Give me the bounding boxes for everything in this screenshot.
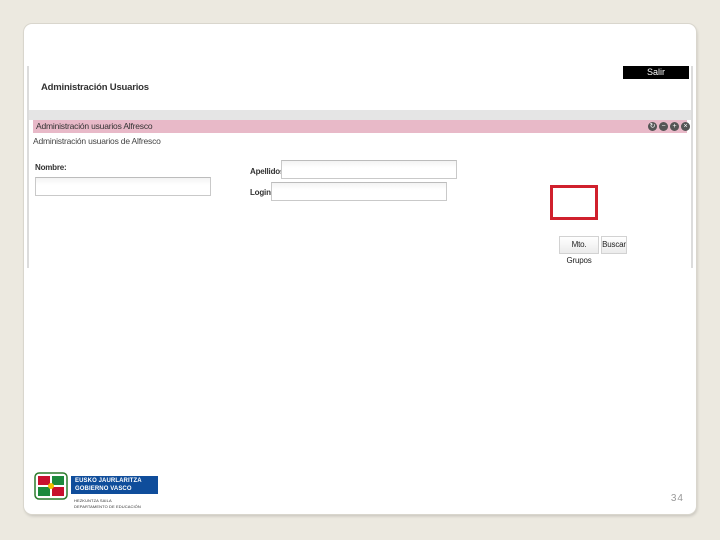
logo-line-1: EUSKO JAURLARITZA	[75, 478, 142, 484]
logo-dept-1: HEZKUNTZA SAILA	[74, 498, 112, 503]
gobierno-vasco-logo: EUSKO JAURLARITZA GOBIERNO VASCO HEZKUNT…	[34, 470, 160, 510]
logo-title: EUSKO JAURLARITZA GOBIERNO VASCO	[71, 476, 158, 494]
exit-button[interactable]: Salir	[623, 66, 689, 79]
panel-header: Administración usuarios Alfresco ↻ − + ×	[33, 120, 690, 133]
nombre-input[interactable]	[35, 177, 211, 196]
nombre-label: Nombre:	[35, 163, 67, 172]
app-screenshot: Administración Usuarios Salir Administra…	[27, 66, 693, 268]
search-button[interactable]: Buscar	[601, 236, 627, 254]
highlight-box	[550, 185, 598, 220]
maximize-icon[interactable]: +	[670, 122, 679, 131]
minimize-icon[interactable]: −	[659, 122, 668, 131]
slide: Administración Usuarios Salir Administra…	[24, 24, 696, 514]
logo-line-2: GOBIERNO VASCO	[75, 486, 132, 492]
toolbar-band	[29, 110, 691, 120]
groups-maintenance-button[interactable]: Mto. Grupos	[559, 236, 599, 265]
login-input[interactable]	[271, 182, 447, 201]
page-title: Administración Usuarios	[41, 82, 149, 93]
coat-of-arms-icon	[34, 472, 68, 500]
page-number: 34	[670, 493, 684, 504]
refresh-icon[interactable]: ↻	[648, 122, 657, 131]
panel-subtitle: Administración usuarios de Alfresco	[33, 136, 161, 146]
login-label: Login:	[250, 188, 274, 197]
panel-header-title: Administración usuarios Alfresco	[36, 121, 153, 131]
close-icon[interactable]: ×	[681, 122, 690, 131]
logo-dept-2: DEPARTAMENTO DE EDUCACIÓN	[74, 504, 141, 509]
apellidos-input[interactable]	[281, 160, 457, 179]
